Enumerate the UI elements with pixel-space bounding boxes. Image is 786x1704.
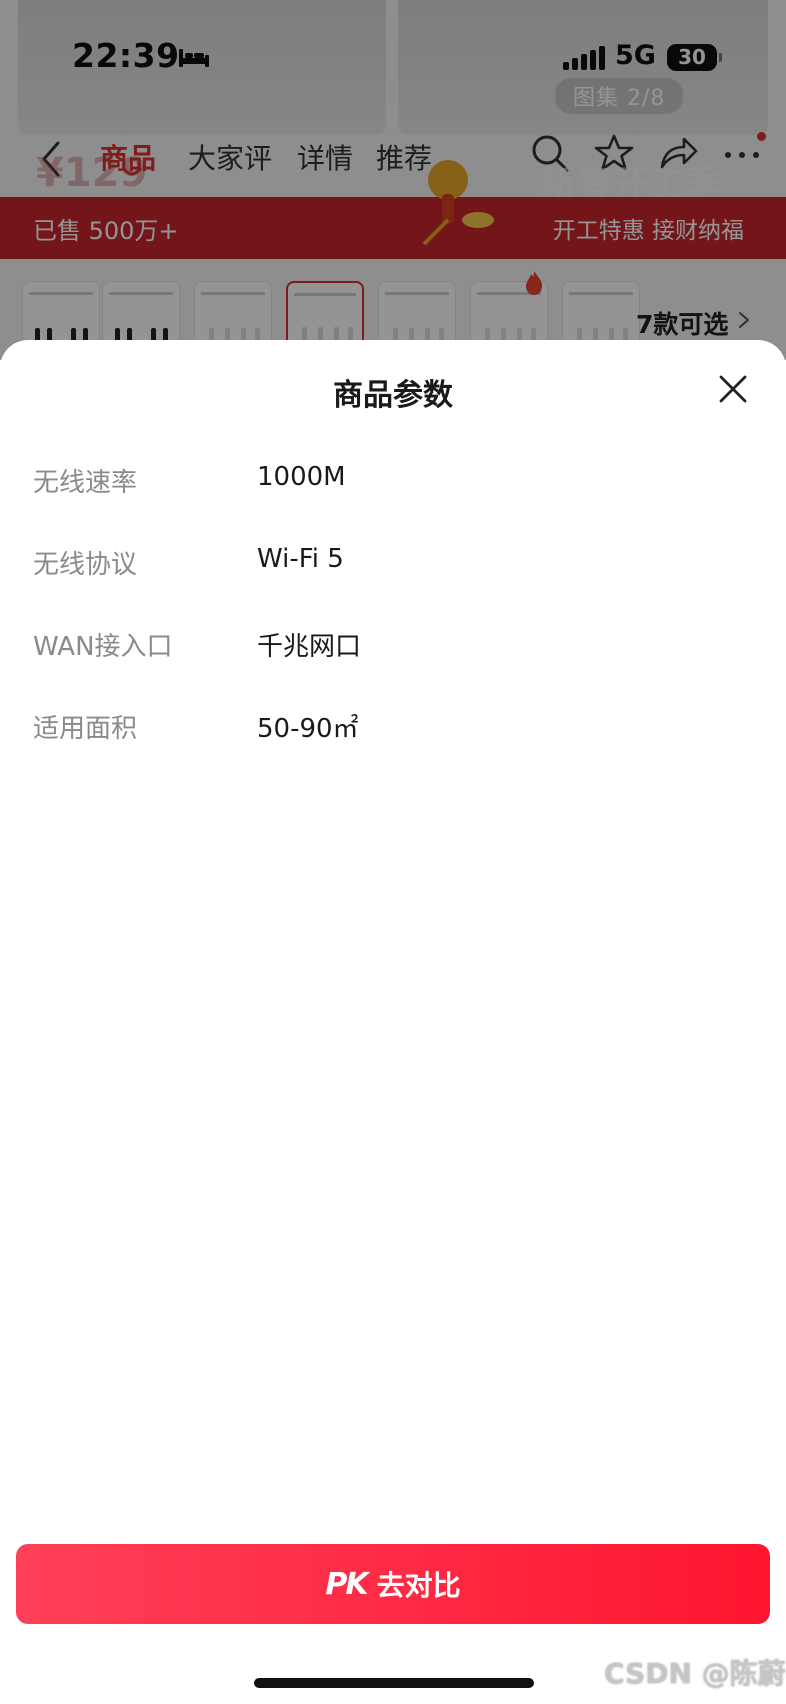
param-value: Wi-Fi 5 <box>257 544 344 574</box>
param-value: 千兆网口 <box>257 632 362 662</box>
param-label: 无线速率 <box>33 468 138 498</box>
pk-logo: PK <box>325 1566 368 1602</box>
param-row: WAN接入口 千兆网口 <box>33 626 753 666</box>
product-params-sheet: 商品参数 无线速率 1000M 无线协议 Wi-Fi 5 WAN接入口 千兆网口… <box>0 340 786 1704</box>
param-label: 适用面积 <box>33 714 138 744</box>
home-indicator[interactable] <box>254 1678 534 1688</box>
param-value: 1000M <box>257 462 346 492</box>
sheet-title: 商品参数 <box>333 378 453 413</box>
close-icon[interactable] <box>718 374 748 404</box>
param-value: 50-90㎡ <box>257 714 359 744</box>
param-label: WAN接入口 <box>33 632 173 662</box>
param-label: 无线协议 <box>33 550 138 580</box>
param-row: 无线速率 1000M <box>33 462 753 502</box>
compare-button-label: 去对比 <box>376 1569 461 1602</box>
param-row: 适用面积 50-90㎡ <box>33 708 753 748</box>
compare-button[interactable]: PK 去对比 <box>16 1544 770 1624</box>
modal-overlay[interactable] <box>0 0 786 360</box>
watermark: CSDN @陈蔚 <box>604 1657 786 1690</box>
param-row: 无线协议 Wi-Fi 5 <box>33 544 753 584</box>
background-page: 图集 2/8 22:39 5G 30 商品 大家评 详情 推荐 ¥129 新春开… <box>0 0 786 360</box>
